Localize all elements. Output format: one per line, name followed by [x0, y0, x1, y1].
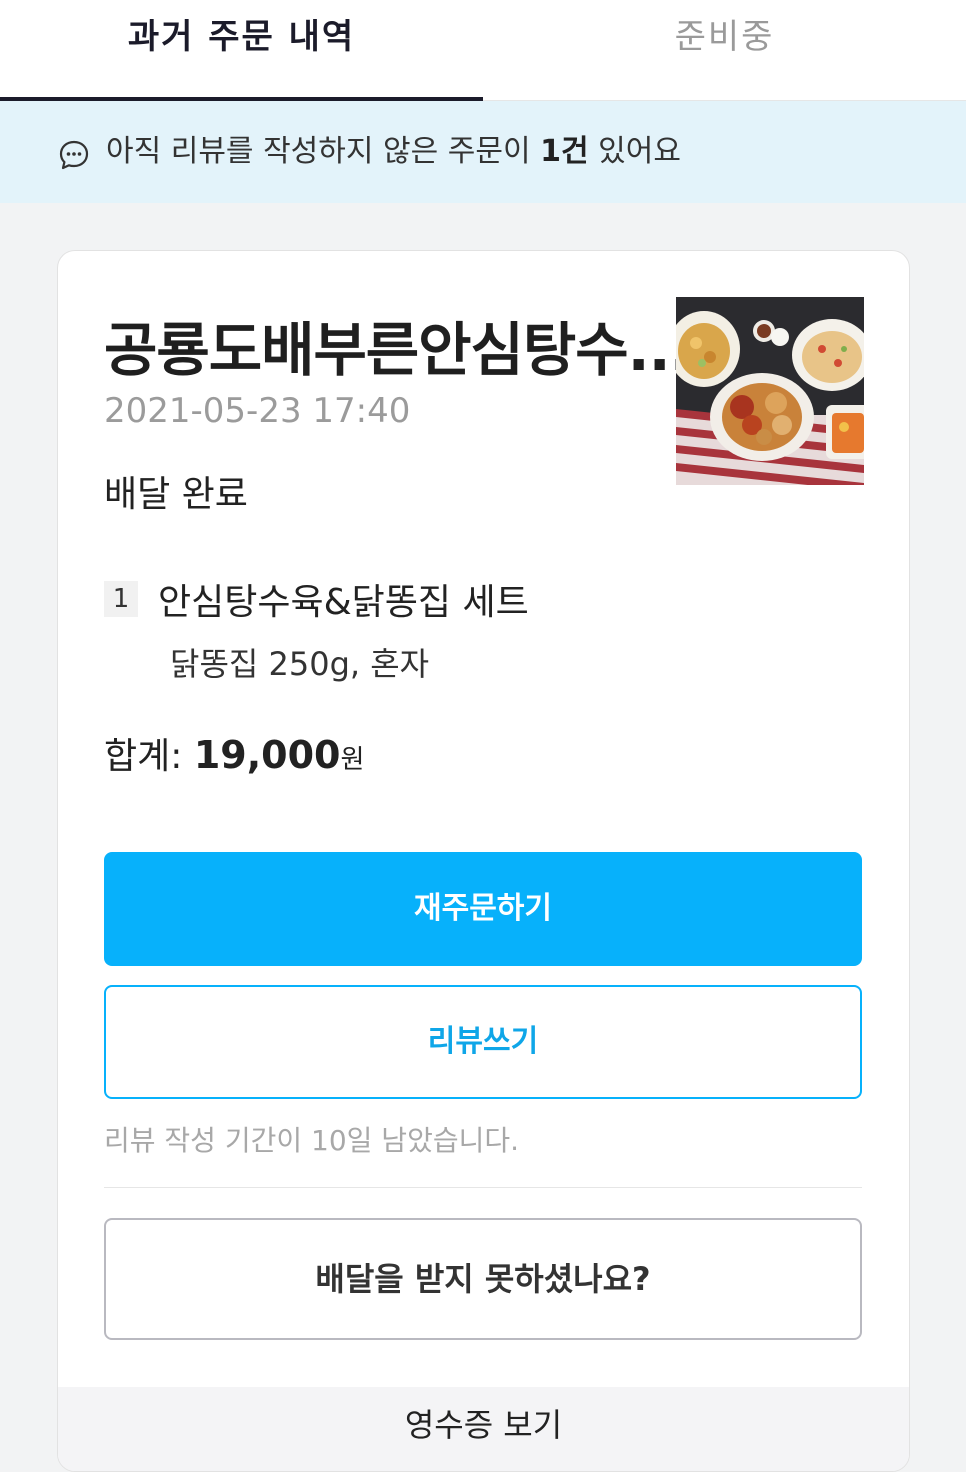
review-reminder-banner[interactable]: 아직 리뷰를 작성하지 않은 주문이 1건 있어요 — [0, 101, 966, 203]
banner-text-before: 아직 리뷰를 작성하지 않은 주문이 — [106, 134, 541, 169]
chat-bubble-icon — [59, 140, 89, 170]
order-card: 공룡도배부른안심탕수... 2021-05-23 17:40 배달 완료 1 안… — [57, 250, 910, 1472]
item-options: 닭똥집 250g, 혼자 — [170, 645, 430, 683]
banner-text-after: 있어요 — [588, 134, 681, 169]
tab-bar: 과거 주문 내역 준비중 — [0, 0, 966, 101]
store-name[interactable]: 공룡도배부른안심탕수... — [104, 303, 692, 387]
order-total: 합계: 19,000원 — [104, 727, 364, 779]
item-quantity: 1 — [104, 581, 138, 617]
item-name: 안심탕수육&닭똥집 세트 — [158, 582, 529, 623]
view-receipt-button[interactable]: 영수증 보기 — [58, 1387, 909, 1471]
order-status: 배달 완료 — [104, 474, 248, 515]
tab-past-orders[interactable]: 과거 주문 내역 — [0, 0, 483, 100]
unreviewed-count: 1건 — [540, 134, 589, 169]
not-delivered-button[interactable]: 배달을 받지 못하셨나요? — [104, 1218, 862, 1340]
reorder-button[interactable]: 재주문하기 — [104, 852, 862, 966]
total-label: 합계: — [104, 736, 194, 777]
total-unit: 원 — [340, 745, 365, 775]
divider — [104, 1187, 862, 1188]
write-review-button[interactable]: 리뷰쓰기 — [104, 985, 862, 1099]
store-thumbnail[interactable] — [676, 297, 864, 485]
tab-preparing[interactable]: 준비중 — [483, 0, 966, 100]
total-amount: 19,000 — [193, 733, 341, 777]
order-date: 2021-05-23 17:40 — [104, 391, 411, 431]
review-reminder-text: 아직 리뷰를 작성하지 않은 주문이 1건 있어요 — [106, 101, 681, 203]
review-deadline-text: 리뷰 작성 기간이 10일 남았습니다. — [104, 1124, 520, 1157]
food-photo — [676, 297, 864, 485]
